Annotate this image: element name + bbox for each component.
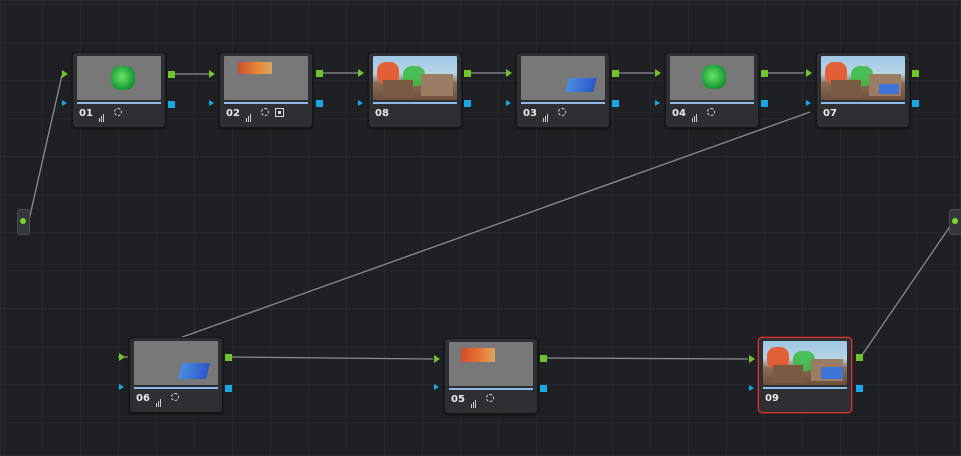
node-02-number: 02 (226, 108, 240, 119)
curves-icon (156, 393, 164, 407)
node-label: 01 (79, 107, 122, 122)
node-03-rgb-output[interactable] (612, 70, 619, 77)
node-04-rgb-input-arrow[interactable] (655, 69, 661, 77)
node-07-key-input-arrow[interactable] (806, 100, 811, 106)
node-01[interactable]: 01 (72, 52, 166, 128)
node-02-thumbnail (224, 56, 308, 100)
window-icon (260, 108, 269, 116)
node-01-rgb-input-arrow[interactable] (62, 70, 68, 78)
node-06-rgb-output[interactable] (225, 354, 232, 361)
node-02-key-input-arrow[interactable] (209, 100, 214, 106)
node-07-rgb-input-arrow[interactable] (806, 69, 812, 77)
node-09[interactable]: 09 (758, 337, 852, 413)
node-06-rgb-input-arrow[interactable] (119, 353, 125, 361)
node-04[interactable]: 04 (665, 52, 759, 128)
source-input-port[interactable] (17, 209, 30, 235)
node-09-number: 09 (765, 393, 779, 404)
node-07-thumbnail (821, 56, 905, 100)
node-08-number: 08 (375, 108, 389, 119)
node-05-number: 05 (451, 394, 465, 405)
node-label: 04 (672, 107, 715, 122)
node-08-key-input-arrow[interactable] (358, 100, 363, 106)
node-07[interactable]: 07 (816, 52, 910, 128)
node-08-key-output[interactable] (464, 100, 471, 107)
node-07-rgb-output[interactable] (912, 70, 919, 77)
node-07-key-output[interactable] (912, 100, 919, 107)
node-06[interactable]: 06 (129, 337, 223, 413)
node-02-rgb-input-arrow[interactable] (209, 70, 215, 78)
node-02-rgb-output[interactable] (316, 70, 323, 77)
node-08-rgb-input-arrow[interactable] (358, 69, 364, 77)
node-09-rgb-output[interactable] (856, 354, 863, 361)
node-05-rgb-output[interactable] (540, 355, 547, 362)
node-06-key-input-arrow[interactable] (119, 384, 124, 390)
node-08-thumbnail (373, 56, 457, 100)
node-label: 07 (823, 107, 837, 121)
window-icon (485, 394, 494, 402)
node-09-key-output[interactable] (856, 385, 863, 392)
node-08[interactable]: 08 (368, 52, 462, 128)
node-04-key-output[interactable] (761, 100, 768, 107)
node-09-key-input-arrow[interactable] (749, 385, 754, 391)
node-07-number: 07 (823, 108, 837, 119)
node-label: 06 (136, 392, 179, 407)
node-05-key-input-arrow[interactable] (434, 384, 439, 390)
node-01-key-input-arrow[interactable] (62, 100, 67, 106)
key-icon (275, 107, 285, 117)
node-09-rgb-input-arrow[interactable] (749, 355, 755, 363)
connection-05-09 (542, 357, 749, 360)
connection-source-01 (28, 74, 63, 221)
curves-icon (99, 108, 107, 122)
node-08-rgb-output[interactable] (464, 70, 471, 77)
node-01-number: 01 (79, 108, 93, 119)
node-05-rgb-input-arrow[interactable] (434, 355, 440, 363)
node-05-key-output[interactable] (540, 385, 547, 392)
window-icon (113, 108, 122, 116)
node-03-thumbnail (521, 56, 605, 100)
node-03-key-output[interactable] (612, 100, 619, 107)
window-icon (170, 393, 179, 401)
node-09-thumbnail (763, 341, 847, 385)
node-02[interactable]: 02 (219, 52, 313, 128)
node-label: 03 (523, 107, 566, 122)
node-04-key-input-arrow[interactable] (655, 100, 660, 106)
node-editor-canvas[interactable]: 01 02 08 03 04 07 06 05 09 (0, 0, 961, 456)
node-label: 05 (451, 393, 494, 408)
connection-07-06 (173, 111, 811, 341)
node-04-rgb-output[interactable] (761, 70, 768, 77)
node-03-number: 03 (523, 108, 537, 119)
node-05-thumbnail (449, 342, 533, 386)
node-04-thumbnail (670, 56, 754, 100)
window-icon (557, 108, 566, 116)
node-label: 08 (375, 107, 389, 121)
curves-icon (543, 108, 551, 122)
curves-icon (471, 394, 479, 408)
window-icon (706, 108, 715, 116)
node-01-rgb-output[interactable] (168, 71, 175, 78)
node-06-number: 06 (136, 393, 150, 404)
node-06-key-output[interactable] (225, 385, 232, 392)
node-label: 02 (226, 107, 285, 122)
node-03[interactable]: 03 (516, 52, 610, 128)
node-05[interactable]: 05 (444, 338, 538, 414)
node-02-key-output[interactable] (316, 100, 323, 107)
connection-09-output (859, 221, 954, 359)
node-label: 09 (765, 392, 779, 406)
output-port[interactable] (949, 209, 961, 235)
node-03-key-input-arrow[interactable] (506, 100, 511, 106)
node-03-rgb-input-arrow[interactable] (506, 69, 512, 77)
node-06-thumbnail (134, 341, 218, 385)
connection-06-05 (229, 356, 434, 360)
curves-icon (246, 108, 254, 122)
node-01-key-output[interactable] (168, 101, 175, 108)
node-04-number: 04 (672, 108, 686, 119)
curves-icon (692, 108, 700, 122)
node-01-thumbnail (77, 56, 161, 100)
